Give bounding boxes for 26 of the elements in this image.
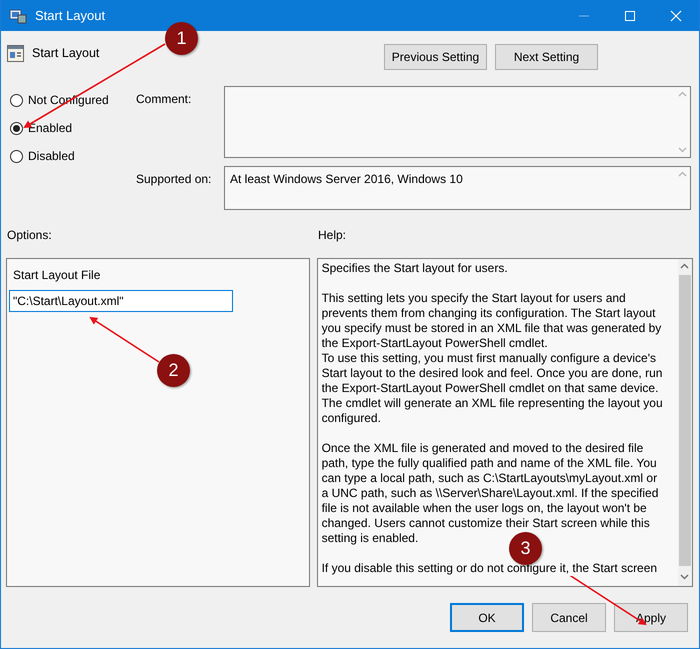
supported-on-value: At least Windows Server 2016, Windows 10: [229, 171, 464, 188]
supported-on-label: Supported on:: [136, 171, 212, 188]
setting-nav-button[interactable]: Next Setting: [495, 44, 598, 70]
dialog-button[interactable]: OK: [450, 603, 524, 632]
policy-name: Start Layout: [32, 45, 100, 62]
file-path-field[interactable]: "C:\Start\Layout.xml": [9, 290, 233, 312]
annotation-arrow: [89, 316, 160, 363]
policy-icon: [7, 44, 24, 62]
comment-label: Comment:: [136, 91, 192, 108]
scroll-up-icon[interactable]: [680, 263, 689, 269]
field-label: Start Layout File: [13, 267, 102, 284]
options-label: Options:: [7, 227, 53, 244]
help-label: Help:: [318, 227, 346, 244]
app-icon: [9, 8, 27, 24]
radio-option[interactable]: Enabled: [10, 114, 136, 142]
scrollbar[interactable]: [678, 259, 692, 586]
setting-nav-button[interactable]: Previous Setting: [384, 44, 487, 70]
scroll-up-icon: [678, 171, 687, 177]
window-title: Start Layout: [35, 6, 106, 25]
scroll-down-icon: [678, 147, 687, 153]
dialog-button[interactable]: Cancel: [532, 603, 606, 632]
scroll-down-icon[interactable]: [680, 574, 689, 580]
scroll-up-icon: [678, 91, 687, 97]
callout-number: 1: [165, 22, 198, 55]
radio-option[interactable]: Disabled: [10, 142, 136, 170]
comment-field[interactable]: [224, 86, 691, 158]
